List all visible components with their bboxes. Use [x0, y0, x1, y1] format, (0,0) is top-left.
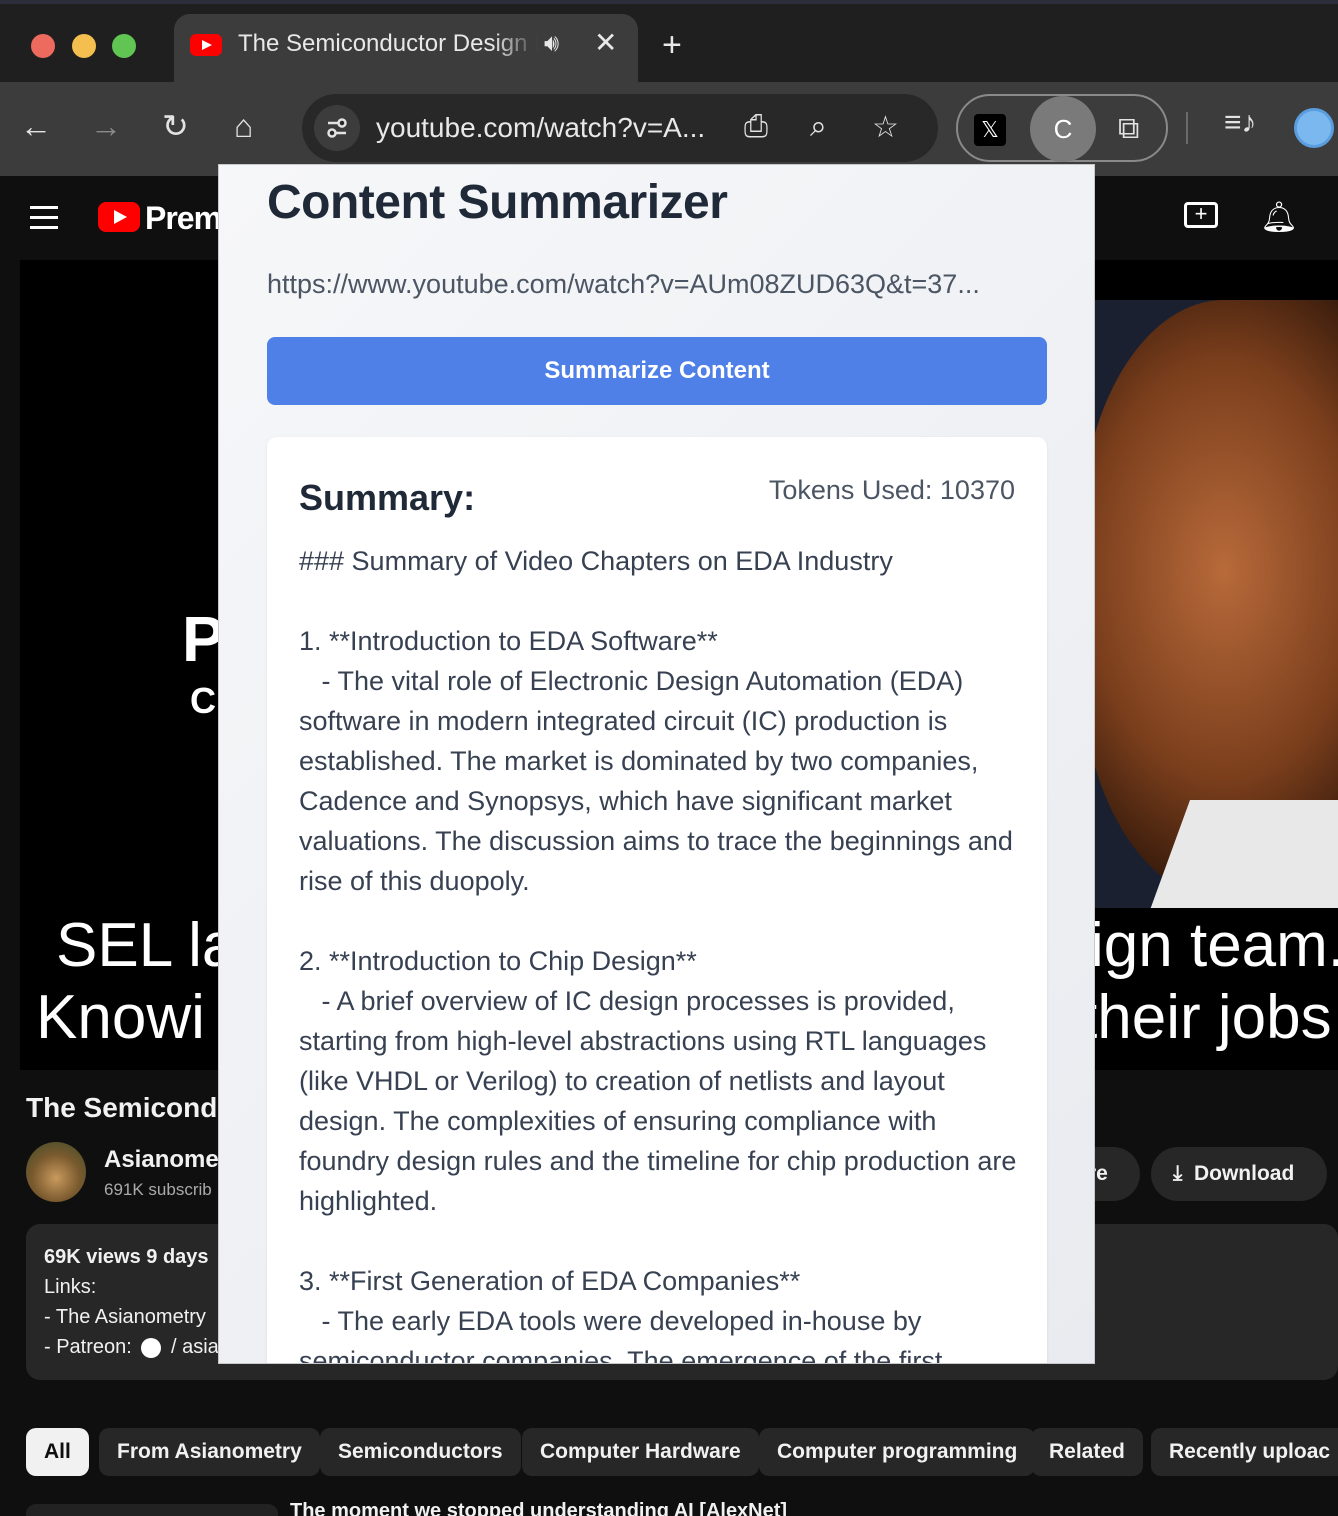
download-label: Download [1193, 1162, 1295, 1185]
chip-computer-hardware[interactable]: Computer Hardware [522, 1428, 759, 1476]
screen: The Semiconductor Design Industry 🔊︎ ✕ +… [0, 0, 1338, 1516]
new-tab-button[interactable]: + [662, 26, 682, 65]
channel-avatar[interactable] [26, 1142, 86, 1202]
minimize-window-button[interactable] [72, 34, 96, 58]
browser-toolbar: ← → ↻ ⌂ youtube.com/watch?v=A... ⎙ ⌕ ☆ 𝕏… [0, 82, 1338, 176]
channel-name[interactable]: Asianomet [104, 1146, 227, 1174]
profile-avatar[interactable] [1294, 108, 1334, 148]
menu-icon[interactable] [30, 206, 58, 236]
search-icon[interactable]: ⌕ [810, 110, 827, 144]
back-arrow-icon[interactable]: ← [20, 110, 52, 142]
youtube-logo-icon[interactable] [98, 202, 140, 232]
popup-url: https://www.youtube.com/watch?v=AUm08ZUD… [267, 269, 980, 299]
views-and-date: 69K views 9 days [44, 1246, 209, 1268]
popup-title: Content Summarizer [267, 176, 728, 229]
chip-related[interactable]: Related [1031, 1428, 1143, 1476]
chip-computer-programming[interactable]: Computer programming [759, 1428, 1036, 1476]
zoom-window-button[interactable] [112, 34, 136, 58]
tab-title: The Semiconductor Design Industry [238, 30, 538, 57]
description-line[interactable]: - The Asianometry [44, 1306, 206, 1329]
caption-line-2-right: their jobs [1080, 983, 1332, 1052]
summary-card[interactable]: Summary: Tokens Used: 10370 ### Summary … [267, 437, 1047, 1364]
caption-line-1-left: SEL la [56, 911, 237, 980]
reload-icon[interactable]: ↻ [162, 110, 189, 142]
youtube-favicon-icon [190, 34, 222, 56]
description-patreon-line[interactable]: - Patreon: / asia [44, 1336, 219, 1359]
home-icon[interactable]: ⌂ [234, 110, 253, 142]
description-links-label: Links: [44, 1276, 97, 1298]
browser-tab-active[interactable]: The Semiconductor Design Industry 🔊︎ ✕ [174, 14, 638, 86]
create-icon[interactable]: + [1184, 202, 1218, 228]
notifications-bell-icon[interactable]: 🔔︎ [1260, 200, 1298, 235]
patreon-link[interactable]: / asia [171, 1336, 219, 1358]
extensions-group: 𝕏 C ⧉ [956, 94, 1168, 162]
next-video-thumbnail[interactable] [26, 1504, 278, 1516]
forward-arrow-icon[interactable]: → [90, 110, 122, 142]
close-window-button[interactable] [31, 34, 55, 58]
tokens-used: Tokens Used: 10370 [768, 475, 1015, 505]
toolbar-divider [1186, 112, 1188, 144]
caption-line-2-left: Knowi [36, 983, 205, 1052]
next-video-title[interactable]: The moment we stopped understanding AI [… [290, 1500, 787, 1516]
summarize-content-button[interactable]: Summarize Content [267, 337, 1047, 405]
url-text[interactable]: youtube.com/watch?v=A... [376, 112, 705, 144]
media-controls-icon[interactable]: ≡♪ [1224, 106, 1257, 140]
chip-from-asianometry[interactable]: From Asianometry [99, 1428, 320, 1476]
video-title: The Semicond [26, 1092, 218, 1123]
patreon-icon [141, 1337, 162, 1358]
summary-heading: Summary: [299, 477, 476, 518]
chip-all[interactable]: All [26, 1428, 89, 1476]
tab-strip: The Semiconductor Design Industry 🔊︎ ✕ + [0, 0, 1338, 86]
summarizer-extension-icon[interactable]: C [1030, 96, 1096, 162]
puzzle-icon[interactable]: ⧉ [1118, 112, 1139, 146]
patreon-label: - Patreon: [44, 1336, 132, 1358]
bookmark-star-icon[interactable]: ☆ [872, 110, 899, 145]
address-bar[interactable]: youtube.com/watch?v=A... ⎙ ⌕ ☆ [302, 94, 938, 162]
speaker-icon[interactable]: 🔊︎ [544, 30, 559, 58]
close-tab-button[interactable]: ✕ [594, 26, 617, 59]
video-overlay-letter-small: C [190, 680, 216, 721]
download-button[interactable]: ⤓ Download [1151, 1147, 1327, 1201]
chip-recently-uploaded[interactable]: Recently uploac [1151, 1428, 1338, 1476]
caption-line-1-right: ign team. [1090, 911, 1338, 980]
summary-text: ### Summary of Video Chapters on EDA Ind… [299, 546, 1017, 1364]
site-settings-icon[interactable] [314, 105, 360, 151]
download-icon: ⤓ [1173, 1162, 1183, 1185]
subscriber-count: 691K subscrib [104, 1180, 212, 1199]
chip-semiconductors[interactable]: Semiconductors [320, 1428, 521, 1476]
install-app-icon[interactable]: ⎙ [744, 110, 768, 144]
x-extension-icon[interactable]: 𝕏 [974, 114, 1006, 146]
content-summarizer-popup: Content Summarizer https://www.youtube.c… [218, 164, 1095, 1364]
